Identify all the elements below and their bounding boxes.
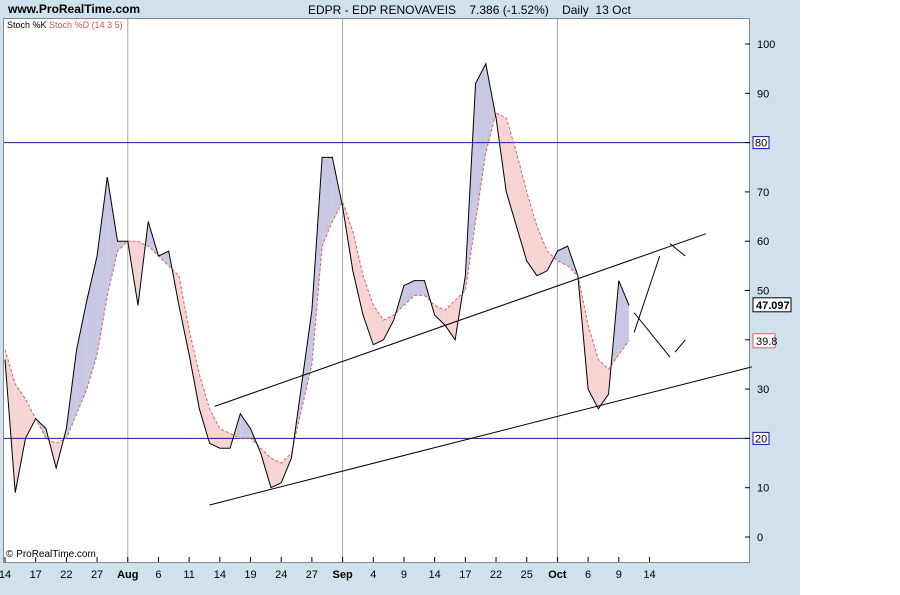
trendline [633,255,661,333]
level-label: 20 [755,433,767,445]
fill-k-above [97,177,108,355]
y-tick-label: 60 [757,236,769,248]
x-tick-label: 9 [616,569,622,581]
y-tick-label: 90 [757,88,769,100]
x-tick-label: 4 [370,569,376,581]
fill-d-above [444,300,456,340]
k-last-value: 47.097 [756,300,790,312]
x-tick-label: 11 [183,569,194,581]
copyright: © ProRealTime.com [6,549,96,560]
y-tick-label: 30 [757,384,769,396]
y-tick-label: 70 [757,187,769,199]
fill-d-above [536,226,548,276]
legend-k: Stoch %K [7,20,47,30]
fill-k-above [117,241,128,252]
level-label: 80 [755,138,767,150]
fill-k-above [322,157,333,247]
x-tick-label: 6 [585,569,591,581]
legend-d: Stoch %D (14 3 5) [49,20,123,30]
trendline [214,233,706,407]
x-tick-label: Oct [548,569,567,581]
x-tick-label: 17 [30,569,42,581]
fill-d-above [363,275,374,345]
x-tick-label: 22 [490,569,502,581]
y-tick-label: 0 [757,532,763,544]
x-tick-label: 14 [643,569,655,581]
d-last-value: 39.8 [756,336,777,348]
x-tick-label: 17 [459,569,471,581]
x-tick-label: 14 [0,569,11,581]
stochastic-chart: 010203040506070809010014172227Aug6111419… [0,19,792,581]
x-tick-label: 14 [429,569,441,581]
fill-d-above [199,374,210,444]
x-tick-label: 22 [60,569,72,581]
y-tick-label: 10 [757,483,769,495]
fill-d-above [178,275,190,355]
x-tick-label: 27 [91,569,103,581]
fill-d-above [352,231,364,316]
trendline [209,366,752,506]
y-tick-label: 50 [757,286,769,298]
x-tick-label: Aug [117,569,138,581]
fill-d-above [373,305,384,345]
x-tick-label: 19 [244,569,256,581]
x-tick-label: 27 [306,569,318,581]
fill-k-above [76,300,87,414]
x-tick-label: 9 [401,569,407,581]
fill-k-above [414,280,425,296]
x-tick-label: Sep [332,569,352,581]
fill-k-above [301,310,312,409]
x-tick-label: 24 [275,569,287,581]
fill-d-above [25,398,36,439]
y-tick-label: 100 [757,39,775,51]
legend: Stoch %K Stoch %D (14 3 5) [7,20,123,30]
fill-d-above [209,408,220,449]
trendline [633,312,671,358]
trendline [674,339,686,353]
fill-k-above [107,177,118,296]
trendline [669,243,686,257]
fill-d-above [588,325,599,409]
x-tick-label: 14 [214,569,226,581]
x-tick-label: 25 [521,569,533,581]
x-tick-label: 6 [155,569,161,581]
